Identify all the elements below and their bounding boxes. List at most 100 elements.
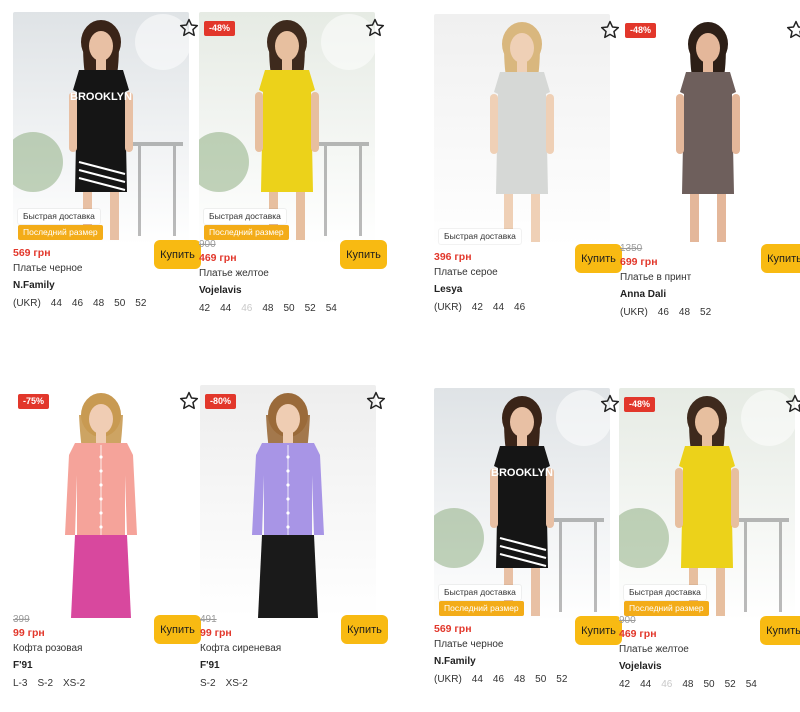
size-option[interactable]: 48 <box>262 303 273 314</box>
fast-delivery-tag: Быстрая доставка <box>439 585 521 600</box>
old-price: 900 <box>619 615 636 626</box>
size-option[interactable]: 48 <box>93 298 104 309</box>
size-option[interactable]: 44 <box>640 679 651 690</box>
product-photo[interactable] <box>13 385 189 618</box>
size-list: 42 44 46 48 50 52 54 <box>619 679 767 690</box>
size-option[interactable]: 52 <box>556 674 567 685</box>
discount-badge: -48% <box>204 21 236 36</box>
size-option[interactable]: 44 <box>472 674 483 685</box>
product-name[interactable]: Платье черное <box>434 639 503 650</box>
size-option[interactable]: 52 <box>135 298 146 309</box>
product-photo[interactable] <box>434 14 610 247</box>
size-option[interactable]: 54 <box>746 679 757 690</box>
last-size-tag: Последний размер <box>204 225 289 240</box>
old-price: 399 <box>13 614 30 625</box>
brand-name[interactable]: F'91 <box>13 660 33 671</box>
size-option[interactable]: L-3 <box>13 678 27 689</box>
fast-delivery-tag: Быстрая доставка <box>439 229 521 244</box>
star-outline-icon[interactable] <box>599 393 621 415</box>
star-outline-icon[interactable] <box>178 390 200 412</box>
buy-button[interactable]: Купить <box>341 615 388 644</box>
brand-name[interactable]: Vojelavis <box>619 661 662 672</box>
size-option[interactable]: 46 <box>514 302 525 313</box>
star-outline-icon[interactable] <box>178 17 200 39</box>
brand-name[interactable]: Vojelavis <box>199 285 242 296</box>
price: 469 грн <box>199 252 237 264</box>
size-option[interactable]: 44 <box>493 302 504 313</box>
brand-name[interactable]: N.Family <box>434 656 476 667</box>
product-name[interactable]: Платье желтое <box>199 268 269 279</box>
size-option[interactable]: 48 <box>514 674 525 685</box>
star-outline-icon[interactable] <box>599 19 621 41</box>
discount-badge: -48% <box>624 397 656 412</box>
fast-delivery-tag: Быстрая доставка <box>624 585 706 600</box>
size-list: (UKR) 46 48 52 <box>620 307 721 318</box>
discount-badge: -75% <box>18 394 50 409</box>
size-option[interactable]: 52 <box>700 307 711 318</box>
size-option[interactable]: 50 <box>704 679 715 690</box>
last-size-tag: Последний размер <box>624 601 709 616</box>
product-photo[interactable] <box>620 14 796 247</box>
last-size-tag: Последний размер <box>439 601 524 616</box>
size-option[interactable]: 52 <box>725 679 736 690</box>
buy-button[interactable]: Купить <box>340 240 387 269</box>
buy-button[interactable]: Купить <box>760 616 800 645</box>
svg-text:BROOKLYN: BROOKLYN <box>491 467 553 479</box>
size-option[interactable]: 46 <box>493 674 504 685</box>
size-option[interactable]: 46 <box>72 298 83 309</box>
size-option[interactable]: 48 <box>679 307 690 318</box>
product-name[interactable]: Кофта сиреневая <box>200 643 281 654</box>
size-option[interactable]: 54 <box>326 303 337 314</box>
size-option[interactable]: 46 <box>241 303 252 314</box>
product-photo[interactable] <box>200 385 376 618</box>
star-outline-icon[interactable] <box>785 19 800 41</box>
size-option[interactable]: 46 <box>661 679 672 690</box>
price: 99 грн <box>200 627 232 639</box>
product-name[interactable]: Платье желтое <box>619 644 689 655</box>
size-option[interactable]: 50 <box>284 303 295 314</box>
size-option[interactable]: 42 <box>472 302 483 313</box>
size-option[interactable]: 44 <box>51 298 62 309</box>
fast-delivery-tag: Быстрая доставка <box>204 209 286 224</box>
brand-name[interactable]: N.Family <box>13 280 55 291</box>
product-name[interactable]: Платье черное <box>13 263 82 274</box>
price: 469 грн <box>619 628 657 640</box>
size-system-label: (UKR) <box>434 674 462 685</box>
size-option[interactable]: 50 <box>114 298 125 309</box>
size-list: 42 44 46 48 50 52 54 <box>199 303 347 314</box>
product-name[interactable]: Кофта розовая <box>13 643 82 654</box>
product-name[interactable]: Платье серое <box>434 267 498 278</box>
brand-name[interactable]: Anna Dali <box>620 289 666 300</box>
price: 99 грн <box>13 627 45 639</box>
brand-name[interactable]: Lesya <box>434 284 462 295</box>
old-price: 900 <box>199 239 216 250</box>
star-outline-icon[interactable] <box>364 17 386 39</box>
old-price: 1350 <box>620 243 643 254</box>
brand-name[interactable]: F'91 <box>200 660 220 671</box>
size-option[interactable]: 46 <box>658 307 669 318</box>
buy-button[interactable]: Купить <box>154 240 201 269</box>
size-option[interactable]: S-2 <box>200 678 216 689</box>
size-list: (UKR) 44 46 48 50 52 <box>13 298 156 309</box>
size-option[interactable]: 42 <box>199 303 210 314</box>
size-option[interactable]: 44 <box>220 303 231 314</box>
size-list: L-3 S-2 XS-2 <box>13 678 95 689</box>
size-option[interactable]: 42 <box>619 679 630 690</box>
size-system-label: (UKR) <box>13 298 41 309</box>
size-option[interactable]: 52 <box>305 303 316 314</box>
buy-button[interactable]: Купить <box>575 616 622 645</box>
star-outline-icon[interactable] <box>784 393 800 415</box>
size-option[interactable]: 50 <box>535 674 546 685</box>
size-option[interactable]: XS-2 <box>63 678 85 689</box>
buy-button[interactable]: Купить <box>154 615 201 644</box>
buy-button[interactable]: Купить <box>761 244 800 273</box>
svg-text:BROOKLYN: BROOKLYN <box>70 91 132 103</box>
size-list: S-2 XS-2 <box>200 678 258 689</box>
star-outline-icon[interactable] <box>365 390 387 412</box>
buy-button[interactable]: Купить <box>575 244 622 273</box>
product-name[interactable]: Платье в принт <box>620 272 691 283</box>
discount-badge: -48% <box>625 23 657 38</box>
size-option[interactable]: 48 <box>682 679 693 690</box>
size-option[interactable]: S-2 <box>37 678 53 689</box>
size-option[interactable]: XS-2 <box>226 678 248 689</box>
